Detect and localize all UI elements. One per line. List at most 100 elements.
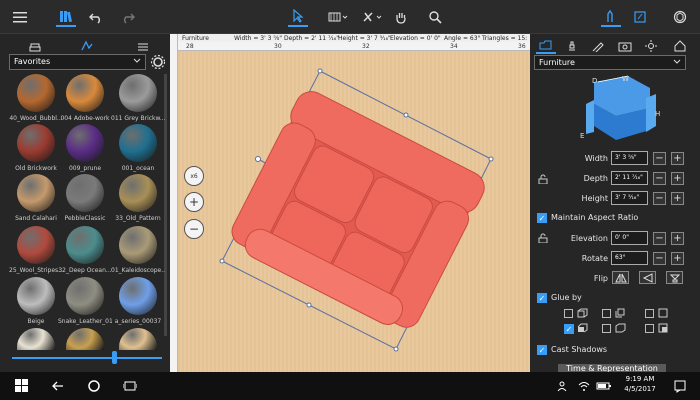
network-icon[interactable] — [576, 378, 592, 394]
zoom-out-button[interactable]: − — [184, 219, 204, 239]
preview-label-e: E — [580, 132, 584, 140]
object-type-value: Furniture — [539, 58, 575, 67]
task-view-icon[interactable] — [122, 378, 138, 394]
glue-option-checkbox[interactable] — [602, 309, 611, 318]
height-input[interactable]: 3' 7 ⁵⁄₁₆" — [611, 191, 648, 205]
elevation-decrease-button[interactable]: − — [653, 232, 666, 245]
object-type-select[interactable]: Furniture — [534, 55, 686, 70]
gear-icon[interactable] — [150, 54, 166, 70]
camera-icon[interactable] — [615, 37, 635, 54]
glue-left-icon — [658, 308, 668, 318]
elevation-increase-button[interactable]: + — [671, 232, 684, 245]
flip-depth-button[interactable] — [666, 271, 683, 284]
select-icon[interactable] — [288, 7, 308, 27]
furniture-props-tab[interactable] — [536, 37, 556, 54]
cast-shadows-checkbox[interactable]: ✓ — [537, 345, 547, 355]
height-increase-button[interactable]: + — [671, 192, 684, 205]
canvas-drawing — [170, 34, 530, 372]
rotate-decrease-button[interactable]: − — [653, 252, 666, 265]
material-label: a_series_00037 — [114, 318, 162, 325]
zoom-level[interactable]: x6 — [184, 166, 204, 186]
redo-icon[interactable] — [118, 7, 138, 27]
people-icon[interactable] — [556, 378, 572, 394]
material-swatch[interactable] — [66, 74, 104, 112]
material-swatch[interactable] — [66, 277, 104, 315]
width-increase-button[interactable]: + — [671, 152, 684, 165]
size-slider[interactable] — [12, 357, 162, 359]
search-icon[interactable] — [425, 7, 445, 27]
rotate-handle[interactable] — [255, 156, 261, 162]
house-icon[interactable] — [670, 37, 690, 54]
material-swatch[interactable] — [66, 174, 104, 212]
notification-icon[interactable] — [672, 378, 688, 394]
depth-increase-button[interactable]: + — [671, 172, 684, 185]
width-decrease-button[interactable]: − — [653, 152, 666, 165]
material-swatch[interactable] — [17, 277, 55, 315]
lock-icon[interactable] — [538, 174, 548, 185]
view-icon[interactable] — [326, 7, 350, 27]
glue-by-checkbox[interactable]: ✓ — [537, 293, 547, 303]
depth-input[interactable]: 2' 11 ⁷⁄₁₆" — [611, 171, 648, 185]
rotate-input[interactable]: 63° — [611, 251, 648, 265]
height-label: Height — [581, 194, 608, 203]
material-label: PebbleClassic — [64, 215, 106, 222]
home-circle-icon[interactable] — [86, 378, 102, 394]
material-label: 004 Adobe-work — [60, 115, 110, 122]
depth-decrease-button[interactable]: − — [653, 172, 666, 185]
maintain-aspect-checkbox[interactable]: ✓ — [537, 213, 547, 223]
glue-right-icon — [658, 323, 668, 333]
elevation-label: Elevation — [570, 234, 608, 243]
library-icon[interactable] — [56, 7, 76, 27]
material-swatch[interactable] — [119, 277, 157, 315]
undo-icon[interactable] — [86, 7, 106, 27]
glue-option-checkbox[interactable] — [602, 324, 611, 333]
material-swatch[interactable] — [119, 124, 157, 162]
material-swatch[interactable] — [66, 124, 104, 162]
sun-icon[interactable] — [641, 37, 661, 54]
zoom-in-button[interactable]: + — [184, 192, 204, 212]
height-decrease-button[interactable]: − — [653, 192, 666, 205]
material-swatch[interactable] — [17, 74, 55, 112]
scrollbar[interactable] — [164, 74, 167, 336]
material-label: 40_Wood_Bubbl... — [9, 115, 63, 122]
material-swatch[interactable] — [66, 226, 104, 264]
material-swatch[interactable] — [119, 226, 157, 264]
elevation-input[interactable]: 0' 0" — [611, 231, 648, 245]
rotate-label: Rotate — [581, 254, 608, 263]
size-slider-thumb[interactable] — [112, 351, 117, 364]
material-swatch[interactable] — [17, 124, 55, 162]
stamp-icon[interactable] — [562, 37, 582, 54]
properties-icon[interactable] — [601, 7, 621, 27]
glue-option-checkbox[interactable]: ✓ — [564, 324, 574, 334]
battery-icon[interactable] — [596, 378, 612, 394]
glue-bottom-icon — [577, 323, 588, 333]
menu-icon[interactable] — [10, 7, 30, 27]
material-label: Sand Calahari — [15, 215, 57, 222]
snap-icon[interactable] — [360, 7, 384, 27]
rotate-increase-button[interactable]: + — [671, 252, 684, 265]
material-label: 011 Grey Brickw... — [111, 115, 165, 122]
flip-horizontal-button[interactable] — [612, 271, 629, 284]
glue-option-checkbox[interactable] — [645, 324, 654, 333]
material-swatch[interactable] — [17, 226, 55, 264]
notes-icon[interactable] — [630, 7, 650, 27]
lock-icon[interactable] — [538, 233, 548, 244]
material-swatch[interactable] — [17, 174, 55, 212]
chevron-down-icon — [133, 56, 141, 66]
glue-option-checkbox[interactable] — [564, 309, 573, 318]
flip-vertical-button[interactable] — [639, 271, 656, 284]
3d-view-icon[interactable] — [670, 7, 690, 27]
glue-back-icon — [615, 308, 625, 318]
glue-option-checkbox[interactable] — [645, 309, 654, 318]
material-swatch[interactable] — [119, 174, 157, 212]
width-input[interactable]: 3' 3 ⅝" — [611, 151, 648, 165]
pan-icon[interactable] — [391, 7, 411, 27]
clock-date: 4/5/2017 — [624, 385, 656, 393]
paint-icon[interactable] — [588, 37, 608, 54]
material-swatch[interactable] — [119, 74, 157, 112]
category-select[interactable]: Favorites — [9, 54, 146, 70]
windows-start-icon[interactable] — [14, 378, 30, 394]
width-label: Width — [584, 154, 608, 163]
design-canvas[interactable] — [170, 34, 530, 372]
back-icon[interactable] — [50, 378, 66, 394]
